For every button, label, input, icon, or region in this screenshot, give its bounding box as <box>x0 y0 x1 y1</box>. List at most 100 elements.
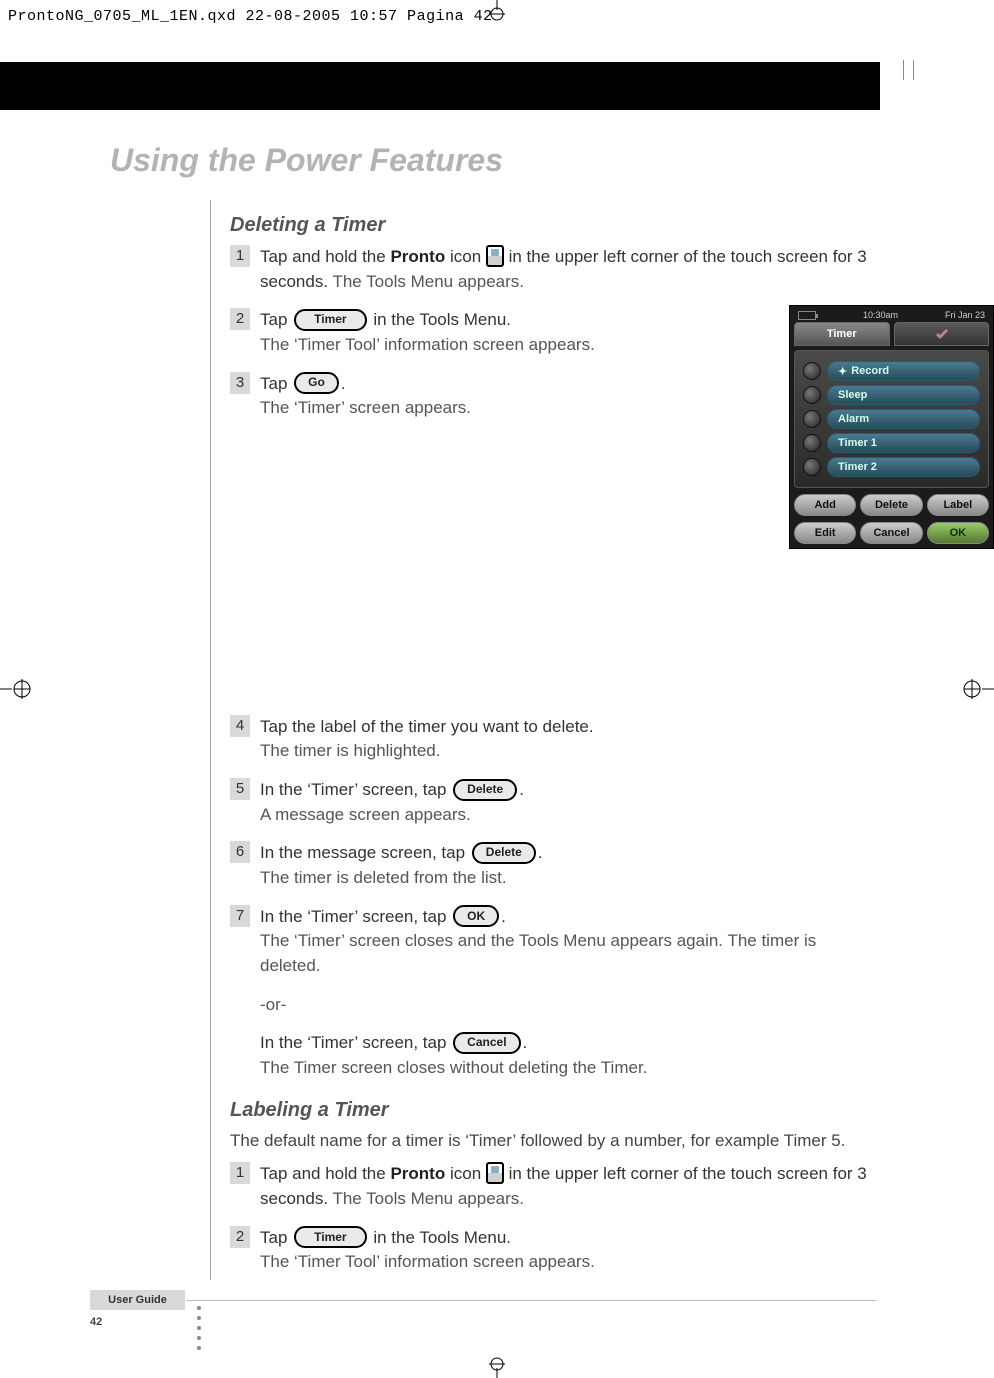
page-title: Using the Power Features <box>110 142 503 178</box>
text-fragment: icon <box>445 247 486 266</box>
device-chip: Sleep <box>827 385 980 405</box>
text-fragment: Tap and hold the <box>260 247 390 266</box>
step-number: 2 <box>230 308 250 330</box>
footer-page-number: 42 <box>90 1316 102 1328</box>
pronto-icon <box>486 245 504 267</box>
device-edit-button: Edit <box>794 522 856 544</box>
delete-button-icon: Delete <box>472 842 536 864</box>
timer-button-icon: Timer <box>294 1226 366 1248</box>
print-job-header: ProntoNG_0705_ML_1EN.qxd 22-08-2005 10:5… <box>8 8 493 25</box>
step-number: 5 <box>230 778 250 800</box>
section-heading-labeling: Labeling a Timer <box>230 1099 880 1122</box>
device-label-button: Label <box>927 494 989 516</box>
text-fragment: . <box>523 1033 528 1052</box>
text-fragment: Tap <box>260 310 292 329</box>
device-add-button: Add <box>794 494 856 516</box>
device-chip: Timer 2 <box>827 457 980 477</box>
device-screenshot: 10:30am Fri Jan 23 Timer ✦Record Sleep A… <box>789 305 994 549</box>
footer-user-guide-label: User Guide <box>90 1290 185 1310</box>
text-fragment: Tap and hold the <box>260 1164 390 1183</box>
header-black-bar <box>0 62 880 110</box>
labeling-step-1: 1 Tap and hold the Pronto icon in the up… <box>230 1162 880 1211</box>
text-fragment: In the ‘Timer’ screen, tap <box>260 907 451 926</box>
text-fragment: In the ‘Timer’ screen, tap <box>260 780 451 799</box>
ok-button-icon: OK <box>453 905 499 927</box>
radio-dot-icon <box>803 434 821 452</box>
footer-rule <box>186 1300 876 1301</box>
device-tab-timer: Timer <box>794 322 890 346</box>
device-chip: ✦Record <box>827 361 980 381</box>
text-sub: The ‘Timer’ screen appears. <box>260 396 880 421</box>
step-number: 7 <box>230 905 250 927</box>
trim-mark-icon <box>903 60 904 80</box>
device-cancel-button: Cancel <box>860 522 922 544</box>
text-sub: The Tools Menu appears. <box>328 1189 524 1208</box>
text-fragment: in the Tools Menu. <box>369 310 511 329</box>
text-bold: Pronto <box>390 247 445 266</box>
deleting-step-3: 3 Tap Go. The ‘Timer’ screen appears. <box>230 372 880 421</box>
device-chip: Alarm <box>827 409 980 429</box>
radio-dot-icon <box>803 386 821 404</box>
device-ok-button: OK <box>927 522 989 544</box>
step-number: 6 <box>230 841 250 863</box>
radio-dot-icon <box>803 410 821 428</box>
crop-mark-bottom-icon <box>485 1354 509 1378</box>
crop-mark-right-icon <box>954 675 994 703</box>
section-heading-deleting: Deleting a Timer <box>230 214 880 237</box>
step-number: 2 <box>230 1226 250 1248</box>
device-chip: Timer 1 <box>827 433 980 453</box>
timer-button-icon: Timer <box>294 309 366 331</box>
text-bold: Pronto <box>390 1164 445 1183</box>
or-text: -or- <box>260 993 880 1018</box>
text-fragment: icon <box>445 1164 486 1183</box>
footer-dot-ornament-icon <box>197 1306 201 1350</box>
crop-mark-left-icon <box>0 675 40 703</box>
step-number: 3 <box>230 372 250 394</box>
deleting-or: -or- <box>230 993 880 1018</box>
deleting-step-7: 7 In the ‘Timer’ screen, tap OK. The ‘Ti… <box>230 905 880 979</box>
text-fragment: . <box>341 374 346 393</box>
step-number: 1 <box>230 1162 250 1184</box>
text-sub: A message screen appears. <box>260 803 880 828</box>
device-row-sleep: Sleep <box>803 385 980 405</box>
labeling-intro: The default name for a timer is ‘Timer’ … <box>230 1130 880 1153</box>
device-row-alarm: Alarm <box>803 409 980 429</box>
step-number: 4 <box>230 715 250 737</box>
text-sub: The timer is deleted from the list. <box>260 866 880 891</box>
delete-button-icon: Delete <box>453 779 517 801</box>
deleting-step-5: 5 In the ‘Timer’ screen, tap Delete. A m… <box>230 778 880 827</box>
text-fragment: in the Tools Menu. <box>369 1228 511 1247</box>
device-tab-tools <box>894 322 990 346</box>
step-text: Tap and hold the Pronto icon in the uppe… <box>260 247 867 291</box>
device-time: 10:30am <box>863 310 898 320</box>
step-text: Tap and hold the Pronto icon in the uppe… <box>260 1164 867 1208</box>
text-sub: The Timer screen closes without deleting… <box>260 1056 880 1081</box>
text-fragment: . <box>519 780 524 799</box>
trim-mark-icon <box>913 60 914 80</box>
text-fragment: . <box>501 907 506 926</box>
text-fragment: In the ‘Timer’ screen, tap <box>260 1033 451 1052</box>
device-date: Fri Jan 23 <box>945 310 985 320</box>
crop-mark-top-icon <box>485 0 509 24</box>
step-number: 1 <box>230 245 250 267</box>
left-vertical-rule <box>210 200 211 1280</box>
deleting-step-1: 1 Tap and hold the Pronto icon in the up… <box>230 245 880 294</box>
pronto-icon <box>486 1162 504 1184</box>
text-fragment: Tap <box>260 374 292 393</box>
text-sub: The Tools Menu appears. <box>328 272 524 291</box>
device-row-timer1: Timer 1 <box>803 433 980 453</box>
radio-dot-icon <box>803 458 821 476</box>
device-delete-button: Delete <box>860 494 922 516</box>
deleting-step-7b: In the ‘Timer’ screen, tap Cancel. The T… <box>230 1031 880 1080</box>
content-area: Deleting a Timer 1 Tap and hold the Pron… <box>230 210 880 1289</box>
deleting-step-6: 6 In the message screen, tap Delete. The… <box>230 841 880 890</box>
text-fragment: . <box>538 843 543 862</box>
text-fragment: In the message screen, tap <box>260 843 470 862</box>
text-sub: The timer is highlighted. <box>260 739 880 764</box>
text-sub: The ‘Timer Tool’ information screen appe… <box>260 333 880 358</box>
text-sub: The ‘Timer’ screen closes and the Tools … <box>260 929 880 978</box>
go-button-icon: Go <box>294 372 339 394</box>
page-title-strip: Using the Power Features <box>0 130 880 190</box>
device-row-timer2: Timer 2 <box>803 457 980 477</box>
device-row-record: ✦Record <box>803 361 980 381</box>
